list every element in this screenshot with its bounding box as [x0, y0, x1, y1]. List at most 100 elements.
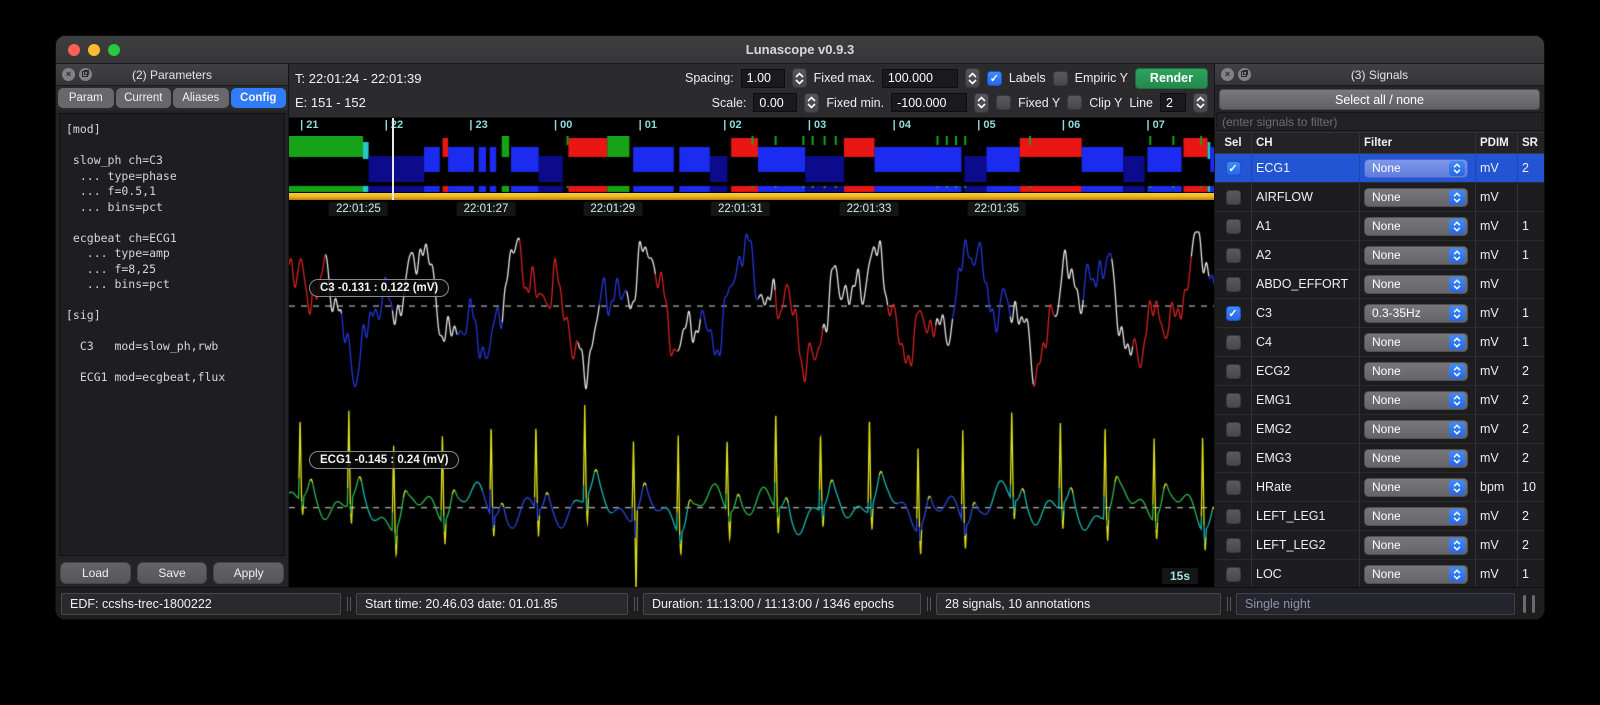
column-header-ch[interactable]: CH [1251, 133, 1359, 153]
line-spinner[interactable]: 2 [1160, 93, 1186, 113]
signal-row-ecg1[interactable]: ✓ ECG1 None mV 2 [1215, 154, 1544, 183]
signal-row-hrate[interactable]: HRate None bpm 10 [1215, 473, 1544, 502]
spinner-stepper[interactable] [791, 68, 807, 89]
signal-plot-area[interactable]: C3 -0.131 : 0.122 (mV) ECG1 -0.145 : 0.2… [289, 221, 1214, 587]
tab-config[interactable]: Config [230, 88, 286, 108]
filter-dropdown-c3[interactable]: 0.3-35Hz [1364, 303, 1468, 323]
filter-dropdown-abdo_effort[interactable]: None [1364, 274, 1468, 294]
timeline-cursor[interactable] [392, 118, 395, 200]
column-header-sel[interactable]: Sel [1215, 133, 1251, 153]
filter-dropdown-value: None [1372, 335, 1401, 349]
timeline-selection-band[interactable] [289, 193, 1214, 200]
fixedmax-spinner[interactable]: 100.000 [881, 68, 958, 88]
filter-dropdown-emg1[interactable]: None [1364, 390, 1468, 410]
signal-checkbox-emg3[interactable] [1225, 450, 1241, 466]
signal-checkbox-left_leg2[interactable] [1225, 537, 1241, 553]
tab-aliases[interactable]: Aliases [173, 88, 229, 108]
column-header-sr[interactable]: SR [1517, 133, 1544, 153]
signal-checkbox-a1[interactable] [1225, 218, 1241, 234]
filter-dropdown-a1[interactable]: None [1364, 216, 1468, 236]
signal-checkbox-hrate[interactable] [1225, 479, 1241, 495]
signal-name: AIRFLOW [1251, 183, 1359, 211]
signal-pdim: mV [1475, 444, 1517, 472]
signal-checkbox-loc[interactable] [1225, 566, 1241, 582]
tab-current[interactable]: Current [115, 88, 171, 108]
night-mode-field[interactable]: Single night [1236, 592, 1515, 615]
signals-table-body[interactable]: ✓ ECG1 None mV 2 AIRFLOW None mV A1 None mV 1 A2 None… [1215, 154, 1544, 587]
signal-row-c3[interactable]: ✓ C3 0.3-35Hz mV 1 [1215, 299, 1544, 328]
signal-row-a1[interactable]: A1 None mV 1 [1215, 212, 1544, 241]
signal-checkbox-c4[interactable] [1225, 334, 1241, 350]
fixedmin-spinner[interactable]: -100.000 [891, 93, 968, 113]
status-splitter[interactable] [925, 595, 932, 613]
filter-dropdown-c4[interactable]: None [1364, 332, 1468, 352]
filter-dropdown-ecg1[interactable]: None [1364, 158, 1468, 178]
signal-checkbox-airflow[interactable] [1225, 189, 1241, 205]
signal-checkbox-emg1[interactable] [1225, 392, 1241, 408]
signal-pdim: mV [1475, 241, 1517, 269]
signal-checkbox-emg2[interactable] [1225, 421, 1241, 437]
status-splitter[interactable] [345, 595, 352, 613]
scale-spinner[interactable]: 0.00 [753, 93, 798, 113]
status-splitter[interactable] [632, 595, 639, 613]
window-titlebar[interactable]: Lunascope v0.9.3 [56, 36, 1544, 64]
filter-dropdown-value: None [1372, 219, 1401, 233]
signal-row-left_leg1[interactable]: LEFT_LEG1 None mV 2 [1215, 502, 1544, 531]
signal-checkbox-ecg1[interactable]: ✓ [1225, 160, 1241, 176]
signal-row-emg2[interactable]: EMG2 None mV 2 [1215, 415, 1544, 444]
signal-checkbox-c3[interactable]: ✓ [1225, 305, 1241, 321]
clip-y-checkbox[interactable] [1067, 95, 1083, 111]
filter-dropdown-value: 0.3-35Hz [1372, 306, 1421, 320]
spacing-spinner[interactable]: 1.00 [740, 68, 785, 88]
signal-row-c4[interactable]: C4 None mV 1 [1215, 328, 1544, 357]
signal-row-emg3[interactable]: EMG3 None mV 2 [1215, 444, 1544, 473]
line-stepper[interactable] [1193, 92, 1208, 113]
labels-checkbox[interactable]: ✓ [986, 70, 1002, 86]
signal-row-abdo_effort[interactable]: ABDO_EFFORT None mV [1215, 270, 1544, 299]
line-label: Line [1129, 95, 1153, 110]
signal-samplerate: 2 [1517, 357, 1544, 385]
status-splitter[interactable] [1225, 595, 1232, 613]
filter-dropdown-value: None [1372, 451, 1401, 465]
signal-checkbox-ecg2[interactable] [1225, 363, 1241, 379]
column-header-pdim[interactable]: PDIM [1475, 133, 1517, 153]
filter-dropdown-ecg2[interactable]: None [1364, 361, 1468, 381]
load-button[interactable]: Load [60, 562, 131, 584]
spinner-stepper[interactable] [964, 68, 980, 89]
filter-dropdown-left_leg1[interactable]: None [1364, 506, 1468, 526]
filter-dropdown-hrate[interactable]: None [1364, 477, 1468, 497]
signal-checkbox-left_leg1[interactable] [1225, 508, 1241, 524]
spinner-stepper[interactable] [804, 92, 820, 113]
tab-param[interactable]: Param [58, 88, 114, 108]
signal-row-airflow[interactable]: AIRFLOW None mV [1215, 183, 1544, 212]
signal-traces-canvas[interactable] [289, 221, 1214, 587]
statusbar-grip[interactable] [1523, 594, 1535, 613]
spinner-stepper[interactable] [974, 92, 990, 113]
filter-dropdown-emg3[interactable]: None [1364, 448, 1468, 468]
signal-name: ECG2 [1251, 357, 1359, 385]
signal-pdim: mV [1475, 270, 1517, 298]
config-editor[interactable]: [mod] slow_ph ch=C3 ... type=phase ... f… [59, 113, 285, 556]
fixed-y-checkbox[interactable] [996, 95, 1012, 111]
column-header-filter[interactable]: Filter [1359, 133, 1475, 153]
signal-checkbox-a2[interactable] [1225, 247, 1241, 263]
signal-row-a2[interactable]: A2 None mV 1 [1215, 241, 1544, 270]
render-button[interactable]: Render [1134, 67, 1208, 89]
signal-row-emg1[interactable]: EMG1 None mV 2 [1215, 386, 1544, 415]
filter-dropdown-left_leg2[interactable]: None [1364, 535, 1468, 555]
apply-button[interactable]: Apply [213, 562, 285, 584]
filter-dropdown-loc[interactable]: None [1364, 564, 1468, 584]
fixedmin-label: Fixed min. [826, 95, 885, 110]
signal-row-ecg2[interactable]: ECG2 None mV 2 [1215, 357, 1544, 386]
hypnogram-band[interactable] [289, 136, 1214, 193]
filter-dropdown-a2[interactable]: None [1364, 245, 1468, 265]
signal-checkbox-abdo_effort[interactable] [1225, 276, 1241, 292]
filter-dropdown-emg2[interactable]: None [1364, 419, 1468, 439]
signal-row-left_leg2[interactable]: LEFT_LEG2 None mV 2 [1215, 531, 1544, 560]
filter-dropdown-airflow[interactable]: None [1364, 187, 1468, 207]
select-all-none-button[interactable]: Select all / none [1219, 89, 1540, 110]
signal-filter-input[interactable] [1216, 112, 1543, 131]
signal-row-loc[interactable]: LOC None mV 1 [1215, 560, 1544, 587]
empiric-y-checkbox[interactable] [1052, 70, 1068, 86]
save-button[interactable]: Save [136, 562, 208, 584]
